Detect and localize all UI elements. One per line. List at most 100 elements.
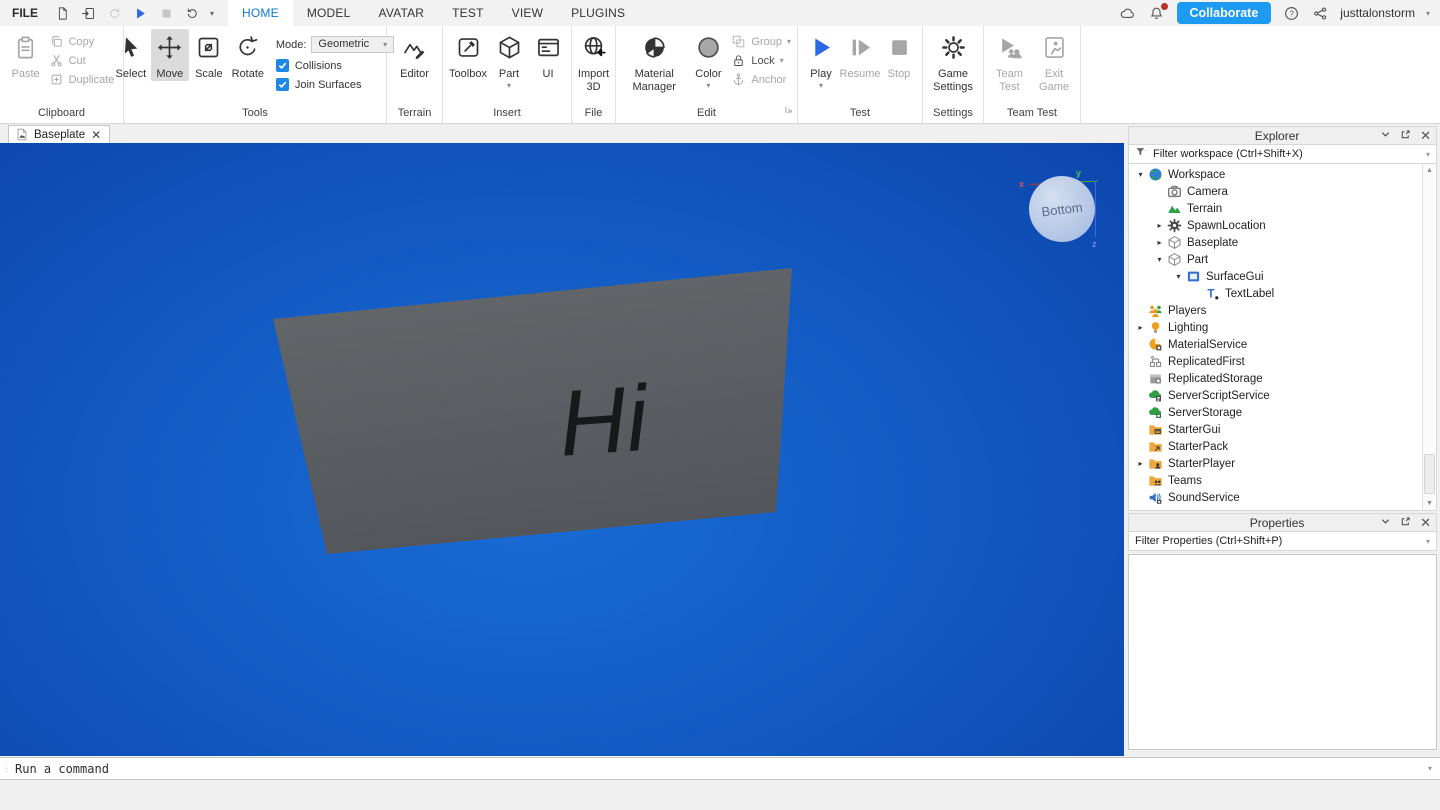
tree-item-camera[interactable]: Camera: [1129, 183, 1423, 200]
tree-item-startergui[interactable]: StarterGui: [1129, 421, 1423, 438]
username-label[interactable]: justtalonstorm: [1340, 6, 1415, 20]
collaborate-button[interactable]: Collaborate: [1176, 2, 1272, 24]
tree-item-part[interactable]: ▾ Part: [1129, 251, 1423, 268]
play-quick-icon[interactable]: [128, 2, 152, 24]
tree-item-materialservice[interactable]: MaterialService: [1129, 336, 1423, 353]
document-tab-baseplate[interactable]: Baseplate ✕: [8, 125, 111, 143]
dropdown-caret-icon[interactable]: ▾: [819, 81, 823, 91]
tab-home[interactable]: HOME: [228, 0, 293, 26]
tree-item-soundservice[interactable]: SoundService: [1129, 489, 1423, 506]
expander-expanded-icon[interactable]: ▾: [1134, 170, 1147, 179]
color-button[interactable]: Color ▾: [689, 29, 727, 91]
lock-button[interactable]: Lock ▾: [731, 53, 791, 68]
properties-header[interactable]: Properties ✕: [1128, 513, 1437, 532]
dropdown-caret-icon[interactable]: ▾: [706, 81, 710, 91]
tree-item-workspace[interactable]: ▾ Workspace: [1129, 166, 1423, 183]
command-bar-drag-handle[interactable]: ⋮: [0, 764, 12, 773]
tree-item-serverscriptservice[interactable]: ServerScriptService: [1129, 387, 1423, 404]
tree-item-players[interactable]: Players: [1129, 302, 1423, 319]
editor-button[interactable]: Editor: [396, 29, 434, 81]
properties-filter-input[interactable]: Filter Properties (Ctrl+Shift+P) ▾: [1128, 532, 1437, 551]
checkbox-checked-icon[interactable]: [275, 59, 289, 72]
select-button[interactable]: Select: [112, 29, 150, 81]
explorer-popout-icon[interactable]: [1400, 127, 1411, 145]
tree-item-textlabel[interactable]: T TextLabel: [1129, 285, 1423, 302]
dropdown-caret-icon[interactable]: ▾: [507, 81, 511, 91]
copy-button[interactable]: Copy: [49, 34, 115, 49]
tree-item-spawnlocation[interactable]: ▸ SpawnLocation: [1129, 217, 1423, 234]
ui-button[interactable]: UI: [529, 29, 567, 81]
open-import-icon[interactable]: [76, 2, 100, 24]
explorer-close-icon[interactable]: ✕: [1420, 129, 1431, 142]
toolbox-button[interactable]: Toolbox: [447, 29, 489, 81]
tree-item-serverstorage[interactable]: ServerStorage: [1129, 404, 1423, 421]
game-settings-button[interactable]: Game Settings: [927, 29, 979, 93]
part-button[interactable]: Part ▾: [490, 29, 528, 91]
play-button[interactable]: Play ▾: [802, 29, 840, 91]
expander-expanded-icon[interactable]: ▾: [1153, 255, 1166, 264]
more-caret-icon[interactable]: ▾: [206, 9, 218, 18]
explorer-collapse-chevron-icon[interactable]: [1380, 127, 1391, 145]
material-manager-button[interactable]: Material Manager: [620, 29, 688, 93]
tab-test[interactable]: TEST: [438, 0, 497, 26]
rotate-button[interactable]: Rotate: [229, 29, 267, 81]
expander-collapsed-icon[interactable]: ▸: [1153, 238, 1166, 247]
tab-plugins[interactable]: PLUGINS: [557, 0, 639, 26]
dropdown-caret-icon[interactable]: ▾: [787, 37, 791, 46]
resume-button[interactable]: Resume: [840, 29, 880, 81]
undo-icon[interactable]: [180, 2, 204, 24]
3d-canvas[interactable]: Hi x y z Bottom: [0, 143, 1124, 756]
notifications-bell-icon[interactable]: [1148, 3, 1168, 22]
duplicate-button[interactable]: Duplicate: [49, 72, 114, 87]
team-test-button[interactable]: Team Test: [988, 29, 1031, 93]
tree-item-replicatedfirst[interactable]: ReplicatedFirst: [1129, 353, 1423, 370]
new-file-icon[interactable]: [50, 2, 74, 24]
checkbox-checked-icon[interactable]: [275, 78, 289, 91]
redo-icon[interactable]: [102, 2, 126, 24]
scroll-down-icon[interactable]: ▼: [1423, 497, 1436, 510]
properties-collapse-chevron-icon[interactable]: [1380, 514, 1391, 532]
paste-button[interactable]: Paste: [7, 29, 45, 81]
tree-item-baseplate[interactable]: ▸ Baseplate: [1129, 234, 1423, 251]
explorer-header[interactable]: Explorer ✕: [1128, 126, 1437, 145]
share-icon[interactable]: [1311, 4, 1329, 22]
stop-quick-icon[interactable]: [154, 2, 178, 24]
tree-item-teams[interactable]: Teams: [1129, 472, 1423, 489]
explorer-filter-input[interactable]: Filter workspace (Ctrl+Shift+X) ▾: [1128, 145, 1437, 164]
properties-close-icon[interactable]: ✕: [1420, 516, 1431, 529]
command-bar-input[interactable]: Run a command: [12, 762, 109, 776]
anchor-button[interactable]: Anchor: [731, 72, 791, 87]
tree-item-starterpack[interactable]: StarterPack: [1129, 438, 1423, 455]
expander-collapsed-icon[interactable]: ▸: [1134, 459, 1147, 468]
expander-expanded-icon[interactable]: ▾: [1172, 272, 1185, 281]
explorer-filter-caret-icon[interactable]: ▾: [1426, 150, 1430, 159]
part-surface[interactable]: [273, 268, 792, 554]
import-3d-button[interactable]: Import 3D: [575, 29, 613, 93]
properties-filter-caret-icon[interactable]: ▾: [1426, 537, 1430, 546]
file-menu-button[interactable]: FILE: [0, 0, 50, 26]
help-icon[interactable]: ?: [1282, 4, 1300, 22]
tab-avatar[interactable]: AVATAR: [365, 0, 439, 26]
group-button[interactable]: Group ▾: [731, 34, 791, 49]
explorer-scrollbar[interactable]: ▲ ▼: [1422, 164, 1436, 510]
scroll-up-icon[interactable]: ▲: [1423, 164, 1436, 177]
properties-popout-icon[interactable]: [1400, 514, 1411, 532]
tree-item-terrain[interactable]: Terrain: [1129, 200, 1423, 217]
tree-item-starterplayer[interactable]: ▸ StarterPlayer: [1129, 455, 1423, 472]
collisions-checkbox[interactable]: Collisions: [275, 59, 394, 72]
dropdown-caret-icon[interactable]: ▾: [780, 56, 784, 65]
tab-model[interactable]: MODEL: [293, 0, 365, 26]
scale-button[interactable]: Scale: [190, 29, 228, 81]
tab-view[interactable]: VIEW: [498, 0, 557, 26]
user-menu-caret-icon[interactable]: ▾: [1426, 9, 1430, 18]
tree-item-lighting[interactable]: ▸ Lighting: [1129, 319, 1423, 336]
expander-collapsed-icon[interactable]: ▸: [1153, 221, 1166, 230]
move-button[interactable]: Move: [150, 29, 189, 81]
stop-button[interactable]: Stop: [880, 29, 918, 81]
mode-select[interactable]: Geometric ▾: [311, 36, 395, 53]
tab-close-icon[interactable]: ✕: [91, 129, 101, 141]
command-bar[interactable]: ⋮ Run a command ▾: [0, 757, 1440, 780]
command-bar-caret-icon[interactable]: ▾: [1428, 764, 1440, 773]
cut-button[interactable]: Cut: [49, 53, 115, 68]
join-surfaces-checkbox[interactable]: Join Surfaces: [275, 78, 394, 91]
